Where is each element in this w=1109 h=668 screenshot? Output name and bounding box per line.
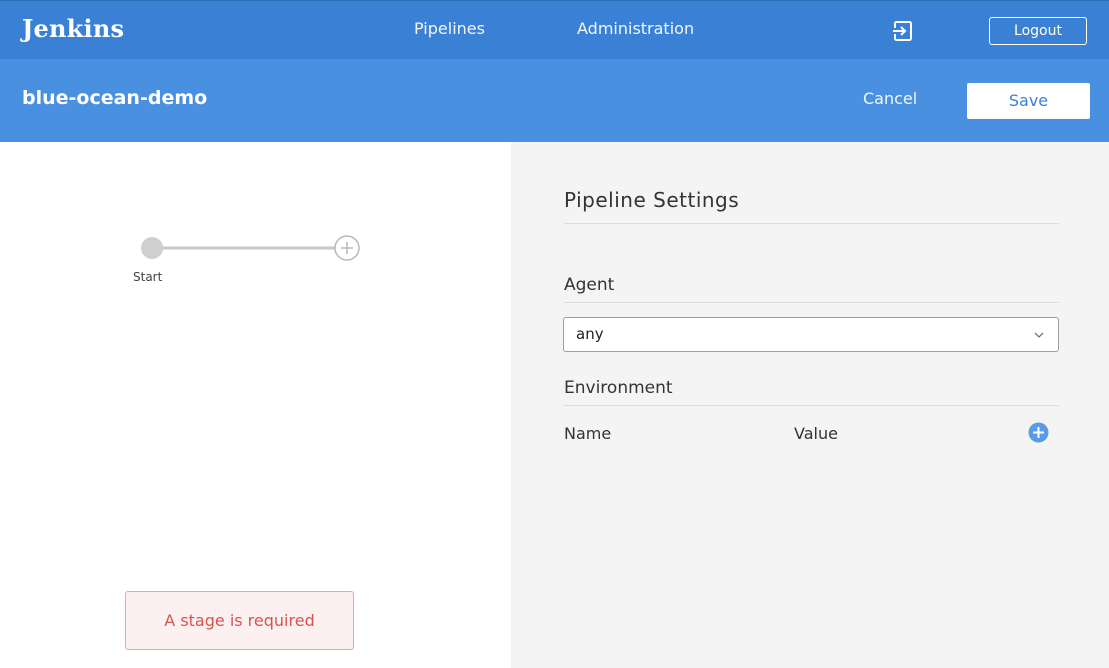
settings-title: Pipeline Settings <box>564 188 740 212</box>
add-stage-icon[interactable] <box>334 235 360 261</box>
pipeline-graph-canvas: Start A stage is required <box>0 142 511 668</box>
divider <box>564 302 1059 303</box>
divider <box>564 223 1059 224</box>
save-button[interactable]: Save <box>967 83 1090 119</box>
env-name-column-header: Name <box>564 424 612 443</box>
pipeline-graph <box>141 235 360 261</box>
nav-administration-link[interactable]: Administration <box>577 19 694 38</box>
stage-required-error: A stage is required <box>125 591 354 650</box>
jenkins-logo[interactable]: Jenkins <box>22 14 124 43</box>
divider <box>564 405 1059 406</box>
exit-icon[interactable] <box>892 20 914 42</box>
cancel-button[interactable]: Cancel <box>863 89 917 108</box>
chevron-down-icon <box>1034 332 1044 338</box>
env-value-column-header: Value <box>794 424 838 443</box>
agent-label: Agent <box>564 275 615 295</box>
nav-pipelines-link[interactable]: Pipelines <box>414 19 485 38</box>
top-nav-bar: Jenkins Pipelines Administration Logout <box>0 0 1109 59</box>
agent-select[interactable]: any <box>563 317 1059 352</box>
start-node <box>141 237 163 259</box>
editor-header: blue-ocean-demo Cancel Save <box>0 59 1109 142</box>
pipeline-settings-panel: Pipeline Settings Agent any Environment … <box>511 142 1109 668</box>
pipeline-name: blue-ocean-demo <box>22 87 208 109</box>
start-node-label: Start <box>133 270 163 284</box>
logout-button[interactable]: Logout <box>989 17 1087 45</box>
add-environment-icon[interactable] <box>1028 422 1049 443</box>
agent-select-value: any <box>576 325 604 343</box>
environment-label: Environment <box>564 378 673 398</box>
